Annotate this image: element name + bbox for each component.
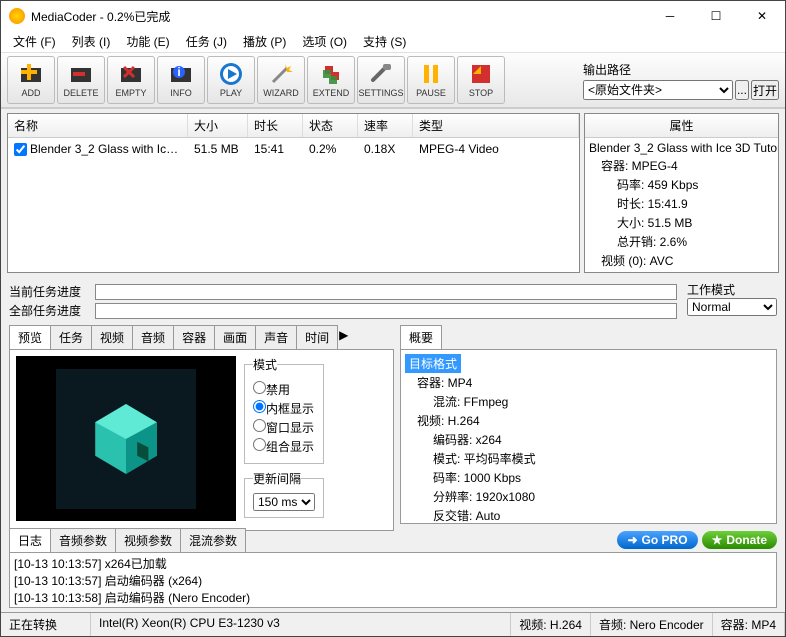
maximize-button[interactable]: ☐ bbox=[693, 1, 739, 31]
status-container: 容器: MP4 bbox=[713, 613, 785, 636]
preview-image bbox=[56, 369, 196, 509]
gopro-button[interactable]: ➜Go PRO bbox=[617, 531, 697, 549]
browse-button[interactable]: ... bbox=[735, 80, 749, 100]
add-button[interactable]: ADD bbox=[7, 56, 55, 104]
arrow-icon: ➜ bbox=[627, 533, 637, 547]
output-path-select[interactable]: <原始文件夹> bbox=[583, 80, 733, 100]
col-status[interactable]: 状态 bbox=[303, 114, 358, 137]
all-progress-label: 全部任务进度 bbox=[9, 302, 89, 319]
tab-audio[interactable]: 音频 bbox=[132, 325, 174, 349]
settings-button[interactable]: SETTINGS bbox=[357, 56, 405, 104]
tab-audio-params[interactable]: 音频参数 bbox=[50, 528, 116, 552]
extend-icon bbox=[319, 62, 343, 86]
mode-disable[interactable]: 禁用 bbox=[253, 381, 315, 398]
toolbar: ADD DELETE EMPTY iINFO PLAY WIZARD EXTEN… bbox=[1, 53, 785, 108]
close-button[interactable]: ✕ bbox=[739, 1, 785, 31]
row-checkbox[interactable] bbox=[14, 143, 27, 156]
info-icon: i bbox=[169, 62, 193, 86]
log-area: 日志 音频参数 视频参数 混流参数 ➜Go PRO ★Donate [10-13… bbox=[1, 528, 785, 612]
tab-log[interactable]: 日志 bbox=[9, 528, 51, 552]
add-icon bbox=[19, 62, 43, 86]
tab-video[interactable]: 视频 bbox=[91, 325, 133, 349]
output-path-label: 输出路径 bbox=[583, 61, 779, 78]
col-rate[interactable]: 速率 bbox=[358, 114, 413, 137]
tab-summary[interactable]: 概要 bbox=[400, 325, 442, 349]
mode-inbox[interactable]: 内框显示 bbox=[253, 400, 315, 417]
workmode-select[interactable]: Normal bbox=[687, 298, 777, 316]
prop-file: Blender 3_2 Glass with Ice 3D Tutorial bbox=[589, 140, 774, 156]
settings-icon bbox=[369, 62, 393, 86]
status-video: 视频: H.264 bbox=[511, 613, 591, 636]
tab-container[interactable]: 容器 bbox=[173, 325, 215, 349]
stop-icon bbox=[469, 62, 493, 86]
statusbar: 正在转换 Intel(R) Xeon(R) CPU E3-1230 v3 视频:… bbox=[1, 612, 785, 636]
app-icon bbox=[9, 8, 25, 24]
preview-mode-group: 模式 禁用 内框显示 窗口显示 组合显示 bbox=[244, 356, 324, 464]
log-output[interactable]: [10-13 10:13:57] x264已加载 [10-13 10:13:57… bbox=[9, 552, 777, 608]
progress-area: 当前任务进度 全部任务进度 工作模式 Normal bbox=[1, 277, 785, 325]
col-size[interactable]: 大小 bbox=[188, 114, 248, 137]
menubar: 文件 (F) 列表 (I) 功能 (E) 任务 (J) 播放 (P) 选项 (O… bbox=[1, 31, 785, 53]
col-duration[interactable]: 时长 bbox=[248, 114, 303, 137]
menu-file[interactable]: 文件 (F) bbox=[5, 31, 64, 52]
stop-button[interactable]: STOP bbox=[457, 56, 505, 104]
empty-icon bbox=[119, 62, 143, 86]
mode-window[interactable]: 窗口显示 bbox=[253, 419, 315, 436]
wizard-icon bbox=[269, 62, 293, 86]
properties-header: 属性 bbox=[585, 114, 778, 138]
donate-button[interactable]: ★Donate bbox=[702, 531, 777, 549]
pause-icon bbox=[419, 62, 443, 86]
menu-task[interactable]: 任务 (J) bbox=[178, 31, 235, 52]
pause-button[interactable]: PAUSE bbox=[407, 56, 455, 104]
open-button[interactable]: 打开 bbox=[751, 80, 779, 100]
window-title: MediaCoder - 0.2%已完成 bbox=[31, 8, 647, 25]
status-state: 正在转换 bbox=[1, 613, 91, 636]
right-tab-group: 概要 目标格式 容器: MP4 混流: FFmpeg 视频: H.264 编码器… bbox=[400, 325, 777, 524]
tab-mux-params[interactable]: 混流参数 bbox=[180, 528, 246, 552]
menu-play[interactable]: 播放 (P) bbox=[235, 31, 294, 52]
tab-sound[interactable]: 声音 bbox=[255, 325, 297, 349]
wizard-button[interactable]: WIZARD bbox=[257, 56, 305, 104]
svg-text:i: i bbox=[177, 65, 180, 79]
col-type[interactable]: 类型 bbox=[413, 114, 579, 137]
tab-preview[interactable]: 预览 bbox=[9, 325, 51, 349]
summary-header: 目标格式 bbox=[405, 354, 461, 373]
interval-group: 更新间隔 150 ms bbox=[244, 470, 324, 518]
menu-function[interactable]: 功能 (E) bbox=[118, 31, 177, 52]
minimize-button[interactable]: ─ bbox=[647, 1, 693, 31]
titlebar: MediaCoder - 0.2%已完成 ─ ☐ ✕ bbox=[1, 1, 785, 31]
current-progress-label: 当前任务进度 bbox=[9, 283, 89, 300]
info-button[interactable]: iINFO bbox=[157, 56, 205, 104]
menu-options[interactable]: 选项 (O) bbox=[294, 31, 355, 52]
status-cpu: Intel(R) Xeon(R) CPU E3-1230 v3 bbox=[91, 613, 511, 636]
all-progress-bar bbox=[95, 303, 677, 319]
play-icon bbox=[219, 62, 243, 86]
extend-button[interactable]: EXTEND bbox=[307, 56, 355, 104]
tab-picture[interactable]: 画面 bbox=[214, 325, 256, 349]
empty-button[interactable]: EMPTY bbox=[107, 56, 155, 104]
table-header: 名称 大小 时长 状态 速率 类型 bbox=[8, 114, 579, 138]
delete-icon bbox=[69, 62, 93, 86]
file-table: 名称 大小 时长 状态 速率 类型 Blender 3_2 Glass with… bbox=[7, 113, 580, 273]
tab-time[interactable]: 时间 bbox=[296, 325, 338, 349]
properties-panel: 属性 Blender 3_2 Glass with Ice 3D Tutoria… bbox=[584, 113, 779, 273]
tab-video-params[interactable]: 视频参数 bbox=[115, 528, 181, 552]
mode-combo[interactable]: 组合显示 bbox=[253, 438, 315, 455]
current-progress-bar bbox=[95, 284, 677, 300]
menu-support[interactable]: 支持 (S) bbox=[355, 31, 414, 52]
tab-scroll-right[interactable]: ▶ bbox=[337, 325, 350, 349]
output-path-group: 输出路径 <原始文件夹> ... 打开 bbox=[583, 61, 779, 100]
workmode-label: 工作模式 bbox=[687, 281, 777, 298]
delete-button[interactable]: DELETE bbox=[57, 56, 105, 104]
interval-select[interactable]: 150 ms bbox=[253, 493, 315, 511]
tab-task[interactable]: 任务 bbox=[50, 325, 92, 349]
play-button[interactable]: PLAY bbox=[207, 56, 255, 104]
menu-list[interactable]: 列表 (I) bbox=[64, 31, 119, 52]
star-icon: ★ bbox=[712, 533, 723, 547]
table-row[interactable]: Blender 3_2 Glass with Ice 3D Tut... 51.… bbox=[8, 138, 579, 160]
left-tab-group: 预览 任务 视频 音频 容器 画面 声音 时间 ▶ bbox=[9, 325, 394, 524]
status-audio: 音频: Nero Encoder bbox=[591, 613, 713, 636]
col-name[interactable]: 名称 bbox=[8, 114, 188, 137]
preview-viewport bbox=[16, 356, 236, 521]
